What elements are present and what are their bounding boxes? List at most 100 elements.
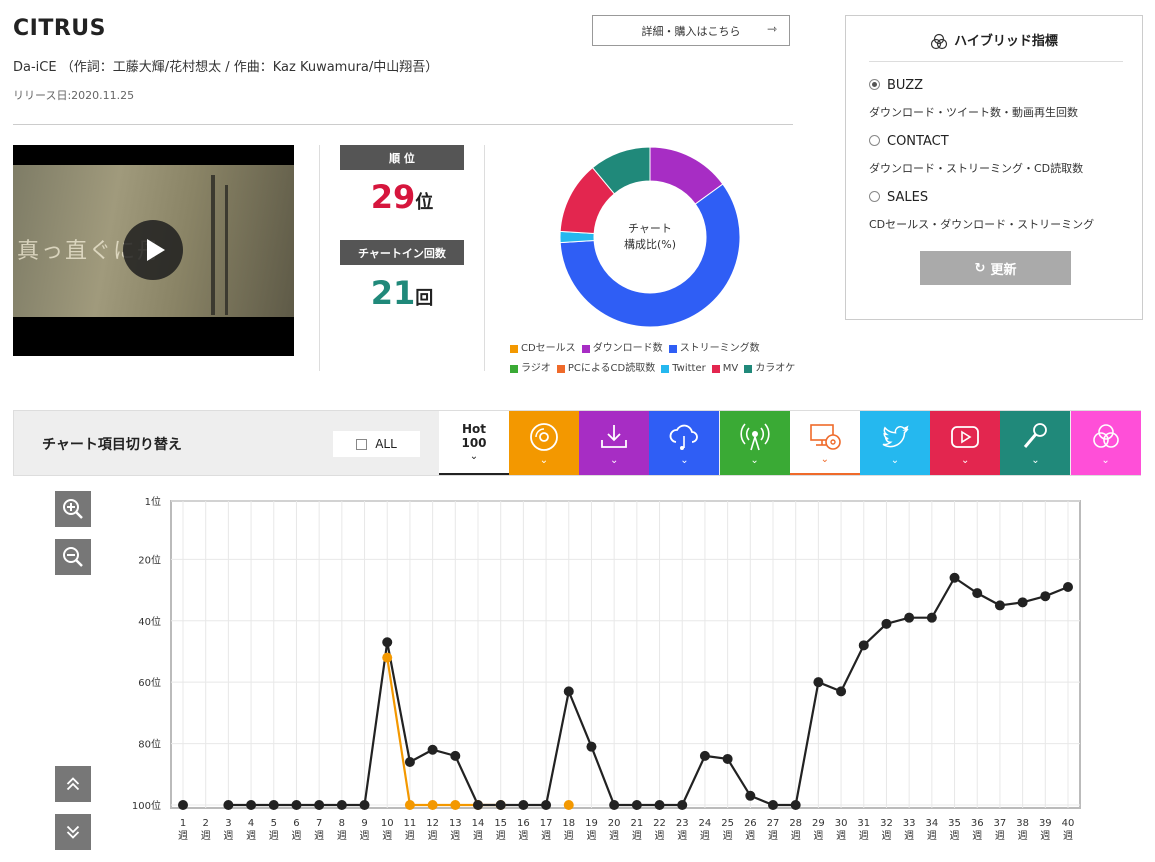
data-point[interactable]	[631, 800, 642, 810]
scroll-up-button[interactable]	[55, 766, 91, 802]
tab-mv[interactable]: ⌄	[930, 411, 1001, 475]
chart-switch-bar: チャート項目切り替え ALL Hot 100 ⌄ ⌄ ⌄ ⌄ ⌄ ⌄ ⌄ ⌄ ⌄ ⌄	[13, 410, 1141, 476]
data-point[interactable]	[382, 637, 393, 648]
data-point[interactable]	[450, 750, 461, 761]
data-point[interactable]	[926, 612, 937, 623]
data-point[interactable]	[518, 800, 529, 810]
data-point[interactable]	[268, 800, 279, 810]
hybrid-option-contact[interactable]: CONTACT	[869, 134, 949, 149]
data-point[interactable]	[1063, 581, 1073, 592]
x-tick-label: 30 週	[835, 818, 848, 842]
rank-display: 29位	[340, 178, 464, 216]
data-point[interactable]	[994, 600, 1005, 611]
tab-cd-sales[interactable]: ⌄	[509, 411, 579, 475]
data-point[interactable]	[291, 800, 302, 810]
data-point[interactable]	[427, 800, 438, 810]
tab-karaoke[interactable]: ⌄	[1000, 411, 1071, 475]
x-tick-label: 6週	[291, 818, 301, 842]
data-point[interactable]	[178, 800, 188, 810]
data-point[interactable]	[904, 612, 915, 623]
zoom-in-button[interactable]	[55, 491, 91, 527]
radio-unselected[interactable]	[869, 191, 880, 202]
video-player[interactable]: 真っ直ぐに丹	[13, 145, 294, 356]
data-point[interactable]	[858, 640, 869, 651]
data-point[interactable]	[768, 800, 778, 810]
y-tick-label: 40位	[138, 615, 161, 628]
data-point[interactable]	[972, 588, 983, 599]
data-point[interactable]	[699, 750, 710, 761]
zoom-out-icon	[63, 547, 83, 567]
data-point[interactable]	[836, 686, 847, 697]
data-point[interactable]	[382, 652, 393, 663]
chevron-down-icon: ⌄	[609, 455, 619, 466]
hot-label: Hot	[461, 422, 487, 436]
detail-purchase-button[interactable]: 詳細・購入はこちら ⇾	[592, 15, 790, 46]
tab-download[interactable]: ⌄	[579, 411, 650, 475]
x-tick-label: 29 週	[812, 818, 825, 842]
legend-label: MV	[722, 363, 739, 374]
data-point[interactable]	[563, 686, 574, 697]
data-point[interactable]	[654, 800, 665, 810]
data-point[interactable]	[450, 800, 461, 810]
scroll-down-button[interactable]	[55, 814, 91, 850]
data-point[interactable]	[223, 800, 234, 810]
legend-label: ダウンロード数	[592, 343, 663, 354]
x-tick-label: 10 週	[381, 818, 394, 842]
x-tick-label: 37 週	[994, 818, 1007, 842]
tab-pc-cd-read[interactable]: ⌄	[789, 411, 860, 475]
chevron-down-icon: ⌄	[820, 454, 829, 465]
tab-twitter[interactable]: ⌄	[860, 411, 930, 475]
x-tick-label: 18 週	[562, 818, 575, 842]
hybrid-option-buzz[interactable]: BUZZ	[869, 78, 923, 93]
data-point[interactable]	[722, 753, 733, 764]
data-point[interactable]	[473, 800, 483, 810]
hybrid-icon	[931, 33, 948, 49]
data-point[interactable]	[949, 572, 960, 583]
checkbox[interactable]	[356, 438, 368, 450]
data-point[interactable]	[427, 744, 438, 755]
x-tick-label: 8週	[337, 818, 347, 842]
hybrid-option-sales[interactable]: SALES	[869, 190, 928, 205]
data-point[interactable]	[495, 800, 506, 810]
zoom-out-button[interactable]	[55, 539, 91, 575]
data-point[interactable]	[404, 757, 415, 768]
data-point[interactable]	[314, 800, 325, 810]
tab-streaming[interactable]: ⌄	[649, 411, 720, 475]
data-point[interactable]	[1040, 591, 1051, 602]
data-point[interactable]	[404, 800, 415, 810]
data-point[interactable]	[359, 800, 370, 810]
data-point[interactable]	[563, 800, 574, 810]
data-point[interactable]	[677, 800, 688, 810]
data-point[interactable]	[541, 800, 552, 810]
radio-selected[interactable]	[869, 79, 880, 90]
data-point[interactable]	[1017, 597, 1028, 608]
all-toggle[interactable]: ALL	[333, 431, 420, 457]
song-credits: Da-iCE （作詞：工藤大輝/花村想太 / 作曲：Kaz Kuwamura/中…	[13, 60, 439, 75]
play-button[interactable]	[123, 220, 183, 280]
data-point[interactable]	[881, 618, 892, 629]
tab-hybrid[interactable]: ⌄	[1070, 411, 1141, 475]
radio-unselected[interactable]	[869, 135, 880, 146]
chart-in-unit: 回	[415, 288, 434, 309]
tab-hot100[interactable]: Hot 100 ⌄	[439, 411, 509, 475]
data-point[interactable]	[813, 677, 824, 688]
update-button[interactable]: ↻ 更新	[920, 251, 1071, 285]
option-desc: CDセールス・ダウンロード・ストリーミング	[869, 218, 1095, 231]
data-point[interactable]	[609, 800, 620, 810]
x-tick-label: 7週	[314, 818, 324, 842]
plot-frame	[170, 500, 1081, 809]
legend-swatch	[711, 365, 720, 373]
chevron-down-icon: ⌄	[750, 455, 759, 466]
tab-radio[interactable]: ⌄	[719, 411, 790, 475]
data-point[interactable]	[790, 800, 801, 810]
data-point[interactable]	[586, 741, 597, 752]
data-point[interactable]	[745, 790, 756, 801]
data-point[interactable]	[246, 800, 257, 810]
composition-donut-chart: チャート 構成比(%)	[559, 146, 741, 328]
legend-swatch	[668, 345, 677, 353]
x-tick-label: 20 週	[608, 818, 621, 842]
rank-label: 順 位	[340, 145, 464, 170]
x-tick-label: 24 週	[699, 818, 712, 842]
rank-line-chart: 1位 20位 40位 60位 80位 100位 1 週 2 週 3 週 4 週 5 週 6 週 7 週 8 週 9 週 10 週 1…	[132, 495, 1081, 842]
data-point[interactable]	[336, 800, 347, 810]
